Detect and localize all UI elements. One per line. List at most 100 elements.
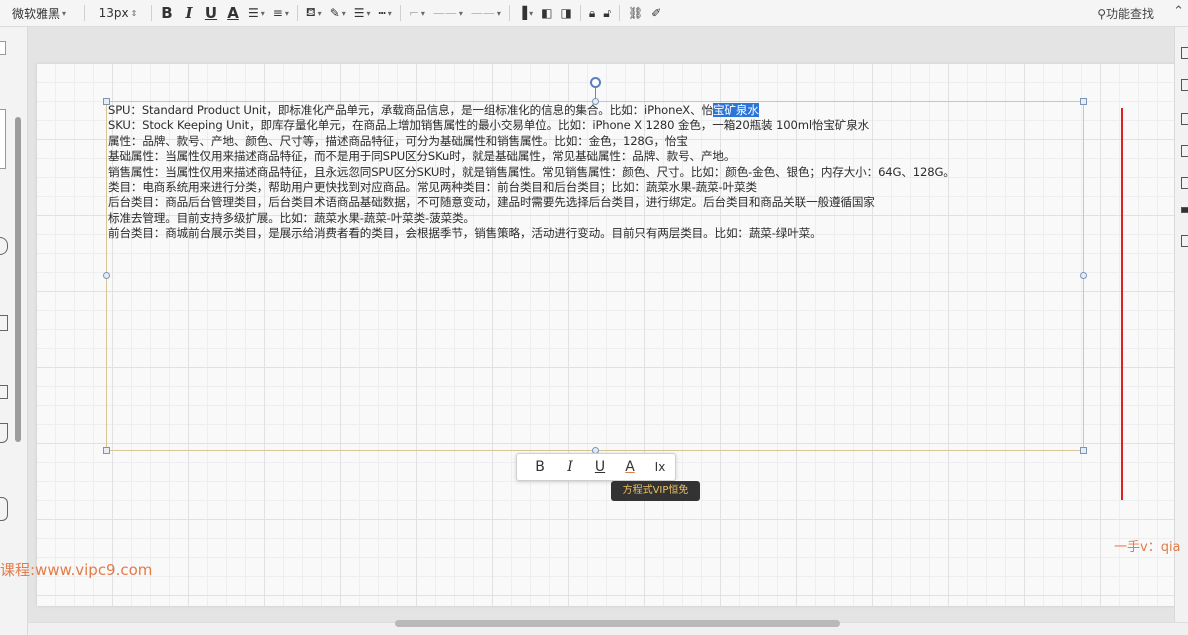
line-end-icon: —— xyxy=(470,6,495,20)
panel-tool-icon[interactable] xyxy=(1181,235,1188,247)
font-family-select[interactable]: 微软雅黑 ▾ xyxy=(0,2,80,24)
align-button[interactable]: ☰ ▾ xyxy=(244,2,269,24)
watermark-left: 课程:www.vipc9.com xyxy=(0,561,153,579)
resize-handle-e[interactable] xyxy=(1080,272,1087,279)
mini-font-color-button[interactable]: A xyxy=(615,459,645,475)
unlock-icon: 🔓︎ xyxy=(603,5,612,20)
shape-circle-icon[interactable] xyxy=(0,237,8,255)
text-content[interactable]: SPU：Standard Product Unit，即标准化产品单元，承载商品信… xyxy=(108,103,1083,242)
shape-panel-icon[interactable] xyxy=(0,109,6,169)
shape-card-icon[interactable] xyxy=(0,385,8,399)
chevron-down-icon: ▾ xyxy=(284,8,289,18)
font-color-button[interactable]: A xyxy=(222,2,244,24)
shape-document-icon[interactable] xyxy=(0,423,8,443)
pen-icon: ✎ xyxy=(329,6,340,20)
italic-button[interactable]: I xyxy=(178,2,200,24)
dashed-line-icon: ┅ xyxy=(378,6,386,20)
text-line: 标准去管理。目前支持多级扩展。比如：蔬菜水果-蔬菜-叶菜类-菠菜类。 xyxy=(108,210,475,225)
underline-button[interactable]: U xyxy=(200,2,222,24)
bring-front-button[interactable]: ◧ xyxy=(537,2,556,24)
mini-italic-button[interactable]: I xyxy=(555,459,585,475)
fill-color-button[interactable]: ⛾ ▾ xyxy=(302,2,326,24)
line-color-button[interactable]: ✎ ▾ xyxy=(326,2,350,24)
chevron-down-icon: ▾ xyxy=(420,8,425,18)
lock-icon: 🔒︎ xyxy=(588,5,596,20)
align-left-icon: ☰ xyxy=(248,6,259,20)
chevron-down-icon: ▾ xyxy=(458,8,463,18)
resize-handle-se[interactable] xyxy=(1080,447,1087,454)
feature-search-label: 功能查找 xyxy=(1105,7,1154,21)
text-line-content: SPU：Standard Product Unit，即标准化产品单元，承载商品信… xyxy=(108,103,713,117)
mini-bold-button[interactable]: B xyxy=(525,459,555,475)
tooltip: 方程式VIP恒免 xyxy=(611,481,700,501)
text-line: 基础属性：当属性仅用来描述商品特征，而不是用于同SPU区分SKu时，就是基础属性… xyxy=(108,149,736,164)
resize-handle-w[interactable] xyxy=(103,272,110,279)
red-guide-line xyxy=(1121,108,1123,500)
text-line: SKU：Stock Keeping Unit，即库存量化单元，在商品上增加销售属… xyxy=(108,118,870,133)
resize-handle-sw[interactable] xyxy=(103,447,110,454)
floating-text-toolbar: B I U A Ix xyxy=(516,453,676,481)
connector-style-button[interactable]: ⌐ ▾ xyxy=(405,2,429,24)
line-width-button[interactable]: ☰ ▾ xyxy=(350,2,375,24)
feature-search[interactable]: ⚲功能查找 xyxy=(1097,5,1154,22)
arrange-button[interactable]: ▐ ▾ xyxy=(514,2,537,24)
toolbar-divider xyxy=(151,5,152,21)
chevron-down-icon: ▾ xyxy=(366,8,371,18)
mini-underline-button[interactable]: U xyxy=(585,459,615,475)
toolbar-divider xyxy=(508,5,510,21)
panel-tool-icon[interactable] xyxy=(1181,113,1188,125)
bring-front-icon: ◧ xyxy=(541,6,553,20)
collapse-icon[interactable]: ⌃ xyxy=(1173,4,1184,19)
toolbar-divider xyxy=(619,5,621,21)
horizontal-scroll-thumb[interactable] xyxy=(395,620,840,627)
text-line: 销售属性：当属性仅用来描述商品特征，且永远忽同SPU区分SKU时，就是销售属性。… xyxy=(108,164,955,179)
line-start-icon: —— xyxy=(432,6,457,20)
line-spacing-icon: ≡ xyxy=(272,6,283,20)
font-size-value: 13px xyxy=(98,6,129,20)
panel-tool-icon[interactable] xyxy=(1181,79,1188,91)
selected-text: 宝矿泉水 xyxy=(712,103,759,117)
line-spacing-button[interactable]: ≡ ▾ xyxy=(269,2,293,24)
send-back-icon: ◨ xyxy=(560,6,572,20)
shape-hexagon-icon[interactable] xyxy=(0,315,8,331)
chevron-down-icon: ▾ xyxy=(387,8,392,18)
unlock-button[interactable]: 🔓︎ xyxy=(599,2,615,24)
shape-library-rail xyxy=(0,27,28,635)
watermark-right: 一手v：qia xyxy=(1114,540,1181,555)
shape-cylinder-icon[interactable] xyxy=(0,497,8,521)
panel-tool-icon[interactable] xyxy=(1181,207,1188,213)
panel-tool-icon[interactable] xyxy=(1181,145,1188,157)
chevron-down-icon: ▾ xyxy=(260,8,265,18)
chevron-down-icon: ▾ xyxy=(341,8,346,18)
panel-tool-icon[interactable] xyxy=(1181,47,1188,59)
line-start-button[interactable]: —— ▾ xyxy=(429,2,467,24)
text-line: 类目：电商系统用来进行分类，帮助用户更快找到对应商品。常见两种类目：前台类目和后… xyxy=(108,179,757,194)
font-size-select[interactable]: 13px ⇕ xyxy=(89,2,147,24)
line-end-button[interactable]: —— ▾ xyxy=(467,2,505,24)
link-button[interactable]: ⛓ xyxy=(624,2,647,24)
text-line: 后台类目：商品后台管理类目，后台类目术语商品基础数据，不可随意变动，建品时需要先… xyxy=(108,195,875,210)
toolbar-divider xyxy=(84,5,85,21)
format-painter-button[interactable]: ✐ xyxy=(647,2,665,24)
line-style-button[interactable]: ┅ ▾ xyxy=(375,2,396,24)
text-line: 属性：品牌、款号、产地、颜色、尺寸等，描述商品特征，可分为基础属性和销售属性。比… xyxy=(108,133,688,148)
toolbar-divider xyxy=(399,5,401,21)
stepper-icon: ⇕ xyxy=(130,8,138,18)
chevron-down-icon: ▾ xyxy=(62,8,67,18)
align-shapes-icon: ▐ xyxy=(517,6,528,20)
mini-clear-format-button[interactable]: Ix xyxy=(645,460,675,474)
bold-button[interactable]: B xyxy=(156,2,178,24)
font-family-value: 微软雅黑 xyxy=(12,6,61,21)
send-back-button[interactable]: ◨ xyxy=(557,2,576,24)
chevron-down-icon: ▾ xyxy=(496,8,501,18)
toolbar-divider xyxy=(579,5,581,21)
shape-rect-icon[interactable] xyxy=(0,41,6,55)
rail-scrollbar[interactable] xyxy=(15,117,21,442)
rotate-handle[interactable] xyxy=(590,77,601,88)
search-icon: ⚲ xyxy=(1097,7,1106,21)
link-icon: ⛓ xyxy=(628,6,644,20)
lock-button[interactable]: 🔒︎ xyxy=(585,2,599,24)
text-line: SPU：Standard Product Unit，即标准化产品单元，承载商品信… xyxy=(108,103,1083,118)
format-toolbar: 微软雅黑 ▾ 13px ⇕ B I U A ☰ ▾ ≡ ▾ ⛾ ▾ ✎ ▾ ☰ ▾ ┅ ▾ ⌐ ▾… xyxy=(0,0,1188,27)
panel-tool-icon[interactable] xyxy=(1181,177,1188,189)
